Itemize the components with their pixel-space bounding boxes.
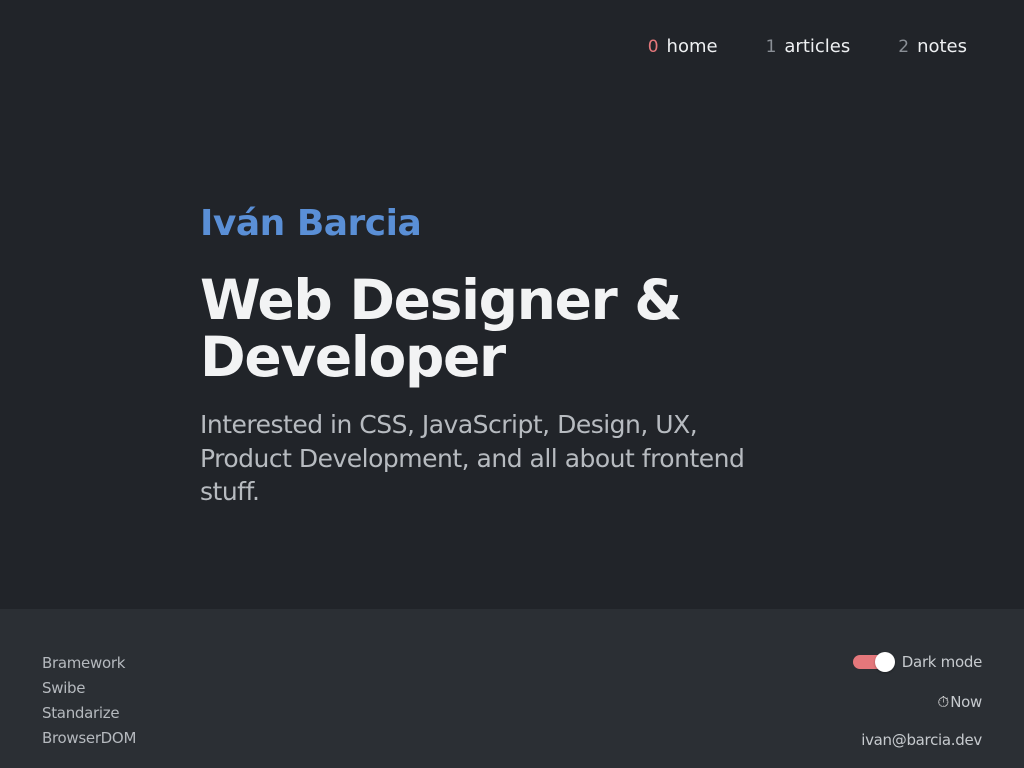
now-label: Now: [950, 693, 982, 711]
nav-item-notes[interactable]: 2 notes: [898, 36, 967, 57]
project-link-swibe[interactable]: Swibe: [42, 676, 136, 701]
author-name: Iván Barcia: [200, 203, 422, 244]
nav-number: 1: [765, 37, 777, 57]
project-link-bramework[interactable]: Bramework: [42, 651, 136, 676]
dark-mode-toggle-row[interactable]: Dark mode: [852, 651, 983, 673]
nav-label: home: [666, 36, 718, 57]
toggle-knob: [874, 652, 895, 672]
hero-description: Interested in CSS, JavaScript, Design, U…: [200, 410, 745, 506]
email-link[interactable]: ivan@barcia.dev: [861, 731, 982, 749]
now-link[interactable]: ⏱ Now: [937, 693, 983, 711]
dark-mode-label: Dark mode: [901, 653, 983, 671]
nav-label: articles: [784, 36, 851, 57]
stopwatch-icon: ⏱: [937, 693, 950, 711]
top-nav: 0 home 1 articles 2 notes: [648, 36, 967, 57]
footer: Bramework Swibe Standarize BrowserDOM Da…: [0, 609, 1024, 768]
nav-item-home[interactable]: 0 home: [648, 36, 718, 57]
nav-number: 2: [898, 37, 910, 57]
page-title: Web Designer & Developer: [200, 268, 682, 389]
footer-right: Dark mode ⏱ Now ivan@barcia.dev: [852, 651, 983, 749]
page: 0 home 1 articles 2 notes Iván Barcia We…: [0, 0, 1024, 768]
nav-label: notes: [917, 36, 967, 57]
project-links: Bramework Swibe Standarize BrowserDOM: [42, 651, 136, 751]
project-link-browserdom[interactable]: BrowserDOM: [42, 726, 136, 751]
nav-number: 0: [647, 37, 659, 57]
hero: Iván Barcia Web Designer & Developer Int…: [200, 202, 820, 509]
nav-item-articles[interactable]: 1 articles: [766, 36, 851, 57]
dark-mode-toggle[interactable]: [852, 651, 895, 673]
project-link-standarize[interactable]: Standarize: [42, 701, 136, 726]
